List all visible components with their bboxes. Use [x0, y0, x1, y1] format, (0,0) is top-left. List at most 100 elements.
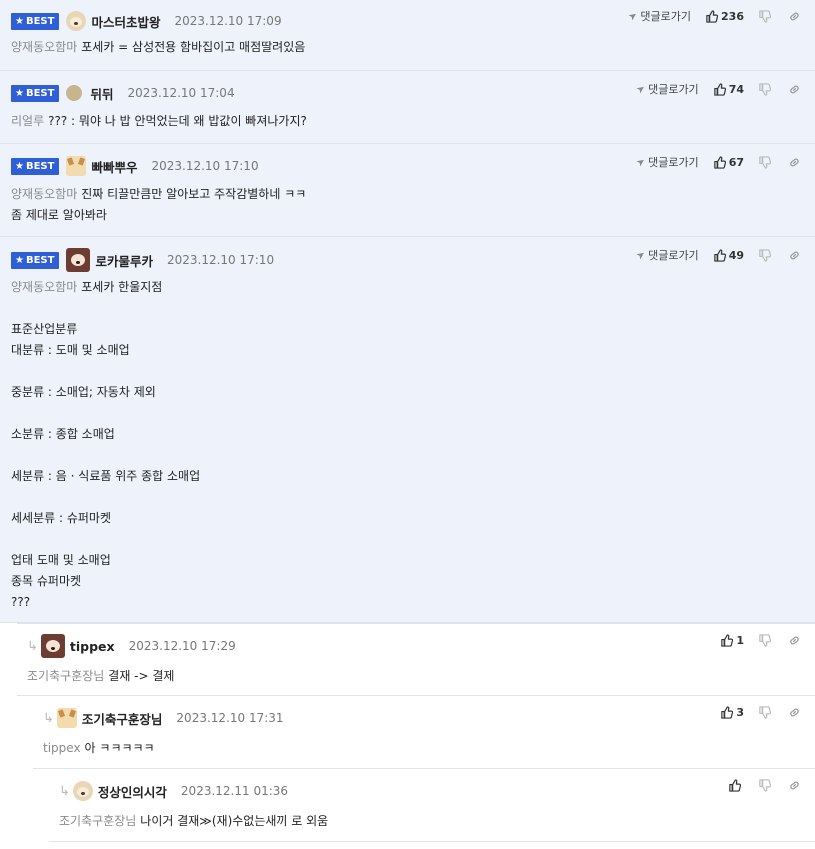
- dislike-button[interactable]: [758, 82, 774, 96]
- avatar[interactable]: [66, 85, 83, 101]
- mention[interactable]: 양재동오함마: [11, 280, 77, 294]
- mention[interactable]: 조기축구훈장님: [59, 814, 136, 828]
- best-badge: ★ BEST: [11, 12, 60, 30]
- dislike-button[interactable]: [758, 9, 774, 23]
- mention[interactable]: 리얼루: [11, 114, 44, 128]
- comment-body: 양재동오함마 포세카 = 삼성전용 함바집이고 매점딸려있음: [11, 40, 306, 54]
- like-button[interactable]: 67: [713, 156, 744, 169]
- star-icon: ★: [15, 15, 24, 27]
- paper-plane-icon: ➤: [634, 248, 648, 262]
- nickname[interactable]: 정상인의시각: [98, 782, 167, 801]
- timestamp: 2023.12.10 17:09: [174, 14, 282, 28]
- copy-link-button[interactable]: [788, 634, 801, 647]
- like-button[interactable]: 3: [720, 706, 744, 719]
- like-button[interactable]: 74: [713, 83, 744, 96]
- comment-actions: ➤ 댓글로가기 49: [634, 247, 801, 263]
- link-icon: [790, 85, 799, 93]
- copy-link-button[interactable]: [788, 779, 801, 792]
- dislike-button[interactable]: [758, 634, 774, 647]
- copy-link-button[interactable]: [788, 156, 801, 169]
- like-count: 236: [721, 9, 744, 23]
- avatar[interactable]: [66, 248, 91, 272]
- thumbs-up-icon: [721, 634, 734, 647]
- best-badge: ★ BEST: [11, 84, 60, 102]
- avatar[interactable]: [40, 634, 65, 658]
- copy-link-button[interactable]: [788, 249, 801, 262]
- thumbs-down-icon: [759, 634, 771, 647]
- comment-actions: 3: [720, 706, 801, 719]
- nickname[interactable]: 뒤뒤: [90, 84, 113, 103]
- comment-body: 양재동오함마 진짜 티끌만큼만 알아보고 주작감별하네 ㅋㅋ 좀 제대로 알아봐라: [11, 187, 307, 222]
- link-icon: [790, 251, 799, 259]
- comment-body: 리얼루??? : 뭐야 나 밥 안먹었는데 왜 밥값이 빠져나가지?: [11, 114, 307, 128]
- comment-actions: ➤ 댓글로가기 236: [627, 8, 801, 24]
- timestamp: 2023.12.10 17:10: [151, 159, 259, 173]
- reply-arrow-icon: ↳: [27, 638, 38, 654]
- thumbs-down-icon: [759, 248, 771, 262]
- timestamp: 2023.12.11 01:36: [180, 784, 289, 798]
- goto-reply-button[interactable]: ➤ 댓글로가기: [634, 154, 698, 170]
- copy-link-button[interactable]: [788, 10, 801, 23]
- nickname[interactable]: 조기축구훈장님: [82, 709, 163, 728]
- star-icon: ★: [15, 254, 24, 266]
- thumbs-up-icon: [713, 155, 726, 169]
- comment-header: ★ BEST 마스터초밥왕 2023.12.10 17:09: [11, 11, 282, 31]
- copy-link-button[interactable]: [788, 83, 801, 96]
- avatar[interactable]: [56, 708, 77, 728]
- dislike-button[interactable]: [758, 706, 774, 719]
- nickname[interactable]: 로카물루카: [95, 251, 153, 270]
- copy-link-button[interactable]: [788, 706, 801, 719]
- comment-actions: ➤ 댓글로가기 74: [634, 81, 801, 97]
- best-comment: ★ BEST 뒤뒤 2023.12.10 17:04 ➤ 댓글로가기 74 리얼루?…: [0, 71, 815, 144]
- comment-header: ★ BEST 빠빠뿌우 2023.12.10 17:10: [11, 156, 259, 176]
- reply-comment: ↳ 정상인의시각 2023.12.11 01:36 조기축구훈장님 나이거 결재≫…: [49, 769, 815, 842]
- like-count: 49: [728, 248, 744, 262]
- thumbs-down-icon: [759, 706, 771, 719]
- best-badge: ★ BEST: [11, 251, 60, 269]
- comment-list: ★ BEST 마스터초밥왕 2023.12.10 17:09 ➤ 댓글로가기 236…: [0, 0, 815, 842]
- like-button[interactable]: [728, 779, 744, 792]
- goto-reply-button[interactable]: ➤ 댓글로가기: [634, 81, 698, 97]
- nickname[interactable]: 빠빠뿌우: [91, 157, 137, 176]
- like-button[interactable]: 1: [720, 634, 744, 647]
- paper-plane-icon: ➤: [634, 155, 648, 169]
- mention[interactable]: 양재동오함마: [11, 187, 77, 201]
- dislike-button[interactable]: [758, 155, 774, 169]
- comment-header: ★ BEST 로카물루카 2023.12.10 17:10: [11, 248, 275, 272]
- mention[interactable]: 조기축구훈장님: [27, 669, 104, 683]
- link-icon: [790, 12, 799, 20]
- mention[interactable]: tippex: [43, 741, 81, 755]
- thumbs-up-icon: [713, 82, 726, 96]
- like-count: 67: [728, 155, 744, 169]
- goto-reply-button[interactable]: ➤ 댓글로가기: [634, 247, 698, 263]
- link-icon: [790, 636, 799, 645]
- comment-actions: ➤ 댓글로가기 67: [634, 154, 801, 170]
- nickname[interactable]: 마스터초밥왕: [91, 12, 160, 31]
- best-badge: ★ BEST: [11, 157, 60, 175]
- timestamp: 2023.12.10 17:31: [176, 711, 284, 725]
- reply-comment: ↳ tippex 2023.12.10 17:29 1 조기축구훈장님 결재 ->…: [17, 623, 815, 696]
- reply-arrow-icon: ↳: [43, 710, 54, 726]
- goto-reply-button[interactable]: ➤ 댓글로가기: [627, 8, 691, 24]
- nickname[interactable]: tippex: [70, 639, 115, 654]
- comment-body: 조기축구훈장님 나이거 결재≫(재)수없는새끼 로 외움: [59, 814, 329, 828]
- thumbs-up-icon: [706, 9, 719, 23]
- like-button[interactable]: 236: [705, 10, 744, 23]
- like-button[interactable]: 49: [713, 249, 744, 262]
- avatar[interactable]: [66, 11, 87, 31]
- avatar[interactable]: [66, 156, 87, 176]
- like-count: 1: [736, 634, 744, 647]
- comment-header: ★ BEST 뒤뒤 2023.12.10 17:04: [11, 84, 235, 102]
- paper-plane-icon: ➤: [634, 82, 648, 96]
- like-count: 3: [736, 706, 744, 719]
- avatar[interactable]: [72, 781, 93, 801]
- thumbs-down-icon: [759, 155, 771, 169]
- mention[interactable]: 양재동오함마: [11, 40, 77, 54]
- dislike-button[interactable]: [758, 779, 774, 792]
- dislike-button[interactable]: [758, 248, 774, 262]
- thumbs-down-icon: [759, 9, 771, 23]
- timestamp: 2023.12.10 17:29: [128, 639, 236, 653]
- comment-body: 조기축구훈장님 결재 -> 결제: [27, 669, 175, 683]
- timestamp: 2023.12.10 17:10: [166, 253, 275, 267]
- best-comment: ★ BEST 로카물루카 2023.12.10 17:10 ➤ 댓글로가기 49 양…: [0, 237, 815, 623]
